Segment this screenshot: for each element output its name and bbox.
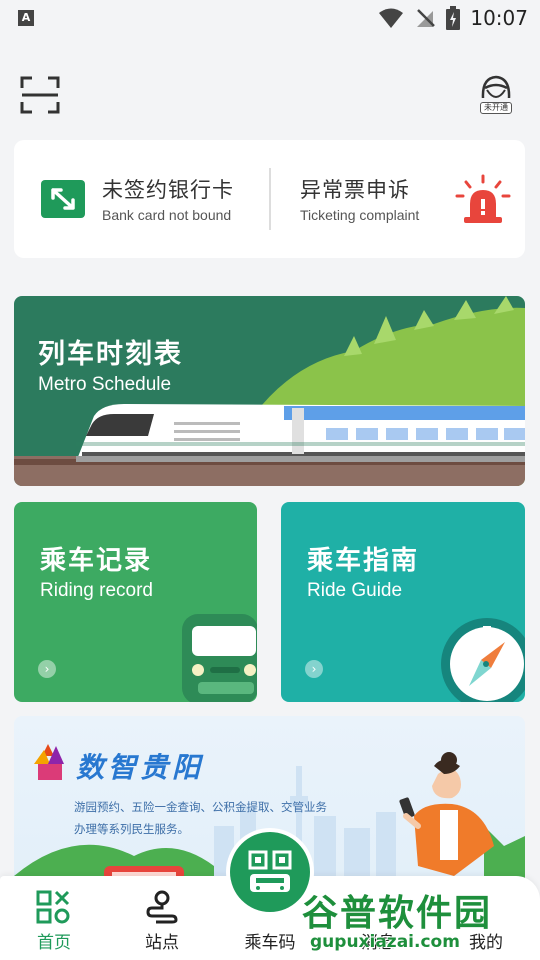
no-signal-icon bbox=[417, 9, 436, 27]
ride-guide-subtitle: Ride Guide bbox=[307, 580, 403, 601]
chevron-right-icon: › bbox=[305, 660, 323, 678]
home-grid-icon bbox=[36, 890, 70, 924]
watermark-text: 谷普软件园 bbox=[302, 893, 493, 934]
wifi-icon bbox=[379, 8, 404, 28]
tab-stations-label: 站点 bbox=[145, 933, 179, 953]
metro-schedule-card[interactable]: 列车时刻表 Metro Schedule bbox=[14, 296, 525, 486]
bank-card-button[interactable]: 未签约银行卡 Bank card not bound bbox=[14, 140, 270, 258]
ride-qr-icon bbox=[248, 850, 292, 892]
quick-actions-card: 未签约银行卡 Bank card not bound 异常票申诉 Ticketi… bbox=[14, 140, 525, 258]
app-notification-icon: A bbox=[18, 10, 34, 26]
tab-home[interactable]: 首页 bbox=[0, 876, 108, 960]
status-icons: 10:07 bbox=[378, 6, 528, 30]
metro-schedule-title: 列车时刻表 bbox=[38, 339, 183, 370]
status-bar: A 10:07 bbox=[0, 0, 540, 36]
ticketing-complaint-button[interactable]: 异常票申诉 Ticketing complaint bbox=[276, 140, 525, 258]
complaint-title: 异常票申诉 bbox=[300, 178, 410, 202]
banner-description: 游园预约、五险一金查询、公积金提取、交管业务办理等系列民生服务。 bbox=[74, 800, 327, 836]
divider bbox=[269, 168, 271, 230]
riding-record-card[interactable]: 乘车记录 Riding record › bbox=[14, 502, 257, 702]
status-time: 10:07 bbox=[470, 6, 528, 30]
metro-schedule-subtitle: Metro Schedule bbox=[38, 374, 172, 395]
riding-record-subtitle: Riding record bbox=[40, 580, 153, 601]
scan-icon bbox=[20, 76, 60, 114]
watermark-url: gupuxiazai.com bbox=[310, 932, 460, 952]
scan-button[interactable] bbox=[20, 76, 60, 114]
ride-guide-card[interactable]: 乘车指南 Ride Guide › bbox=[281, 502, 525, 702]
bank-card-icon bbox=[41, 180, 85, 218]
account-status-tag: 未开通 bbox=[480, 102, 512, 114]
ride-guide-title: 乘车指南 bbox=[307, 546, 420, 576]
tab-stations[interactable]: 站点 bbox=[108, 876, 216, 960]
tab-home-label: 首页 bbox=[37, 933, 71, 953]
alarm-icon bbox=[455, 174, 511, 223]
riding-record-title: 乘车记录 bbox=[40, 546, 153, 576]
top-bar: 未开通 bbox=[0, 62, 540, 122]
complaint-subtitle: Ticketing complaint bbox=[300, 207, 420, 223]
battery-charging-icon bbox=[446, 6, 461, 30]
avatar-button[interactable]: 未开通 bbox=[478, 74, 514, 114]
compass-icon bbox=[441, 618, 525, 702]
banner-title: 数智贵阳 bbox=[76, 751, 205, 784]
bank-card-subtitle: Bank card not bound bbox=[102, 207, 232, 223]
bank-card-title: 未签约银行卡 bbox=[102, 178, 234, 202]
chevron-right-icon: › bbox=[38, 660, 56, 678]
station-route-icon bbox=[146, 890, 178, 924]
watermark: 谷普软件园 gupuxiazai.com bbox=[296, 882, 540, 960]
bus-icon bbox=[182, 614, 257, 702]
